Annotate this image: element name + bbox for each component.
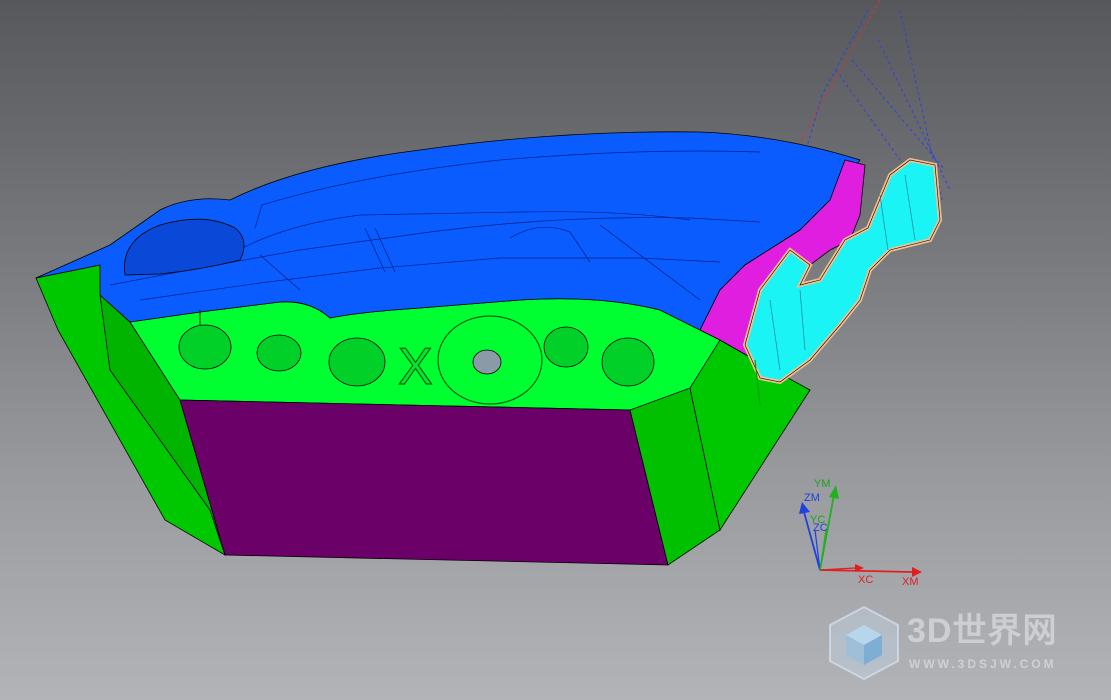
x-axis — [819, 569, 913, 573]
label-xc: XC — [858, 574, 874, 586]
engraved-letter: X — [398, 338, 433, 396]
hole-2 — [256, 334, 302, 372]
watermark-logo-cube-icon — [829, 605, 899, 681]
label-xm: XM — [902, 576, 919, 588]
hole-4 — [472, 349, 502, 375]
cad-graphics-window[interactable]: X YM ZM YC ZC XC XM 3D世界网 WWW.3DSJW.COM — [0, 0, 1111, 700]
label-zc: ZC — [813, 522, 828, 534]
hole-1 — [178, 324, 232, 370]
mold-model-view[interactable]: X — [0, 0, 1111, 700]
hole-3 — [328, 337, 386, 387]
watermark-url: WWW.3DSJW.COM — [909, 657, 1057, 671]
watermark-title: 3D世界网 — [907, 612, 1058, 650]
front-face[interactable] — [179, 399, 669, 566]
label-ym: YM — [814, 478, 831, 490]
label-zm: ZM — [804, 492, 820, 504]
hole-6 — [601, 337, 655, 387]
hole-5 — [543, 326, 589, 368]
